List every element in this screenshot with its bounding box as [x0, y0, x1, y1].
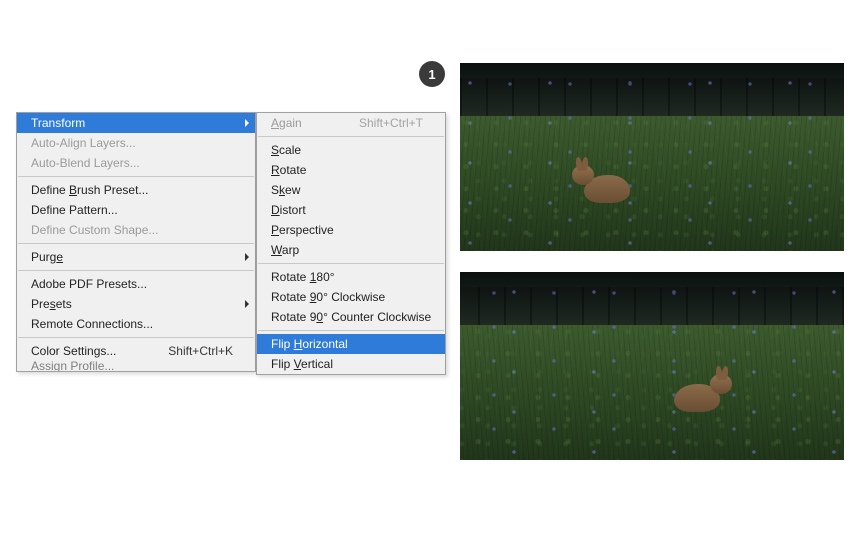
menu-item-perspective[interactable]: Perspective: [257, 220, 445, 240]
chevron-right-icon: [245, 300, 249, 308]
menu-item-define-pattern[interactable]: Define Pattern...: [17, 200, 255, 220]
menu-label: Again: [271, 116, 302, 130]
menu-separator: [18, 337, 254, 338]
menu-item-define-brush-preset[interactable]: Define Brush Preset...: [17, 180, 255, 200]
menu-label: Define Custom Shape...: [31, 223, 158, 237]
menu-item-transform[interactable]: Transform: [17, 113, 255, 133]
menu-label: Flip Horizontal: [271, 337, 348, 351]
menu-label: Presets: [31, 297, 72, 311]
menu-separator: [18, 270, 254, 271]
chevron-right-icon: [245, 253, 249, 261]
menu-label: Scale: [271, 143, 301, 157]
menu-item-distort[interactable]: Distort: [257, 200, 445, 220]
menu-label: Define Pattern...: [31, 203, 118, 217]
menu-item-color-settings[interactable]: Color Settings... Shift+Ctrl+K: [17, 341, 255, 361]
menu-label: Warp: [271, 243, 299, 257]
menu-label: Auto-Align Layers...: [31, 136, 136, 150]
menu-separator: [258, 330, 444, 331]
menu-label: Perspective: [271, 223, 334, 237]
menu-separator: [258, 136, 444, 137]
menu-label: Skew: [271, 183, 300, 197]
menu-separator: [18, 243, 254, 244]
menu-label: Adobe PDF Presets...: [31, 277, 147, 291]
transform-submenu: Again Shift+Ctrl+T Scale Rotate Skew Dis…: [256, 112, 446, 375]
menu-label: Rotate 180°: [271, 270, 335, 284]
menu-label: Purge: [31, 250, 63, 264]
menu-label: Assign Profile...: [31, 361, 114, 371]
menu-item-remote-connections[interactable]: Remote Connections...: [17, 314, 255, 334]
menu-item-rotate[interactable]: Rotate: [257, 160, 445, 180]
menu-label: Remote Connections...: [31, 317, 153, 331]
menu-item-presets[interactable]: Presets: [17, 294, 255, 314]
chevron-right-icon: [245, 119, 249, 127]
example-image-flipped: [460, 272, 844, 460]
menu-item-auto-align-layers[interactable]: Auto-Align Layers...: [17, 133, 255, 153]
step-badge-1: 1: [419, 61, 445, 87]
menu-label: Rotate: [271, 163, 306, 177]
menu-item-flip-horizontal[interactable]: Flip Horizontal: [257, 334, 445, 354]
menu-separator: [18, 176, 254, 177]
menu-item-rotate-90-ccw[interactable]: Rotate 90° Counter Clockwise: [257, 307, 445, 327]
menu-label: Color Settings...: [31, 344, 116, 358]
edit-menu: Transform Auto-Align Layers... Auto-Blen…: [16, 112, 256, 372]
rabbit-icon: [674, 368, 732, 412]
menu-label: Transform: [31, 116, 85, 130]
example-image-original: [460, 63, 844, 251]
menu-item-rotate-90-cw[interactable]: Rotate 90° Clockwise: [257, 287, 445, 307]
menu-item-purge[interactable]: Purge: [17, 247, 255, 267]
menu-item-define-custom-shape[interactable]: Define Custom Shape...: [17, 220, 255, 240]
menu-separator: [258, 263, 444, 264]
menu-label: Flip Vertical: [271, 357, 333, 371]
menu-shortcut: Shift+Ctrl+K: [168, 344, 233, 358]
menu-item-flip-vertical[interactable]: Flip Vertical: [257, 354, 445, 374]
menu-label: Auto-Blend Layers...: [31, 156, 140, 170]
menu-item-skew[interactable]: Skew: [257, 180, 445, 200]
menu-item-warp[interactable]: Warp: [257, 240, 445, 260]
rabbit-icon: [572, 159, 630, 203]
menu-item-adobe-pdf-presets[interactable]: Adobe PDF Presets...: [17, 274, 255, 294]
menu-item-again[interactable]: Again Shift+Ctrl+T: [257, 113, 445, 133]
menu-label: Rotate 90° Counter Clockwise: [271, 310, 431, 324]
menu-label: Define Brush Preset...: [31, 183, 148, 197]
menu-shortcut: Shift+Ctrl+T: [359, 116, 423, 130]
menu-label: Distort: [271, 203, 306, 217]
menu-item-rotate-180[interactable]: Rotate 180°: [257, 267, 445, 287]
menu-item-scale[interactable]: Scale: [257, 140, 445, 160]
menu-item-auto-blend-layers[interactable]: Auto-Blend Layers...: [17, 153, 255, 173]
menu-item-assign-profile[interactable]: Assign Profile...: [17, 361, 255, 371]
menu-label: Rotate 90° Clockwise: [271, 290, 385, 304]
